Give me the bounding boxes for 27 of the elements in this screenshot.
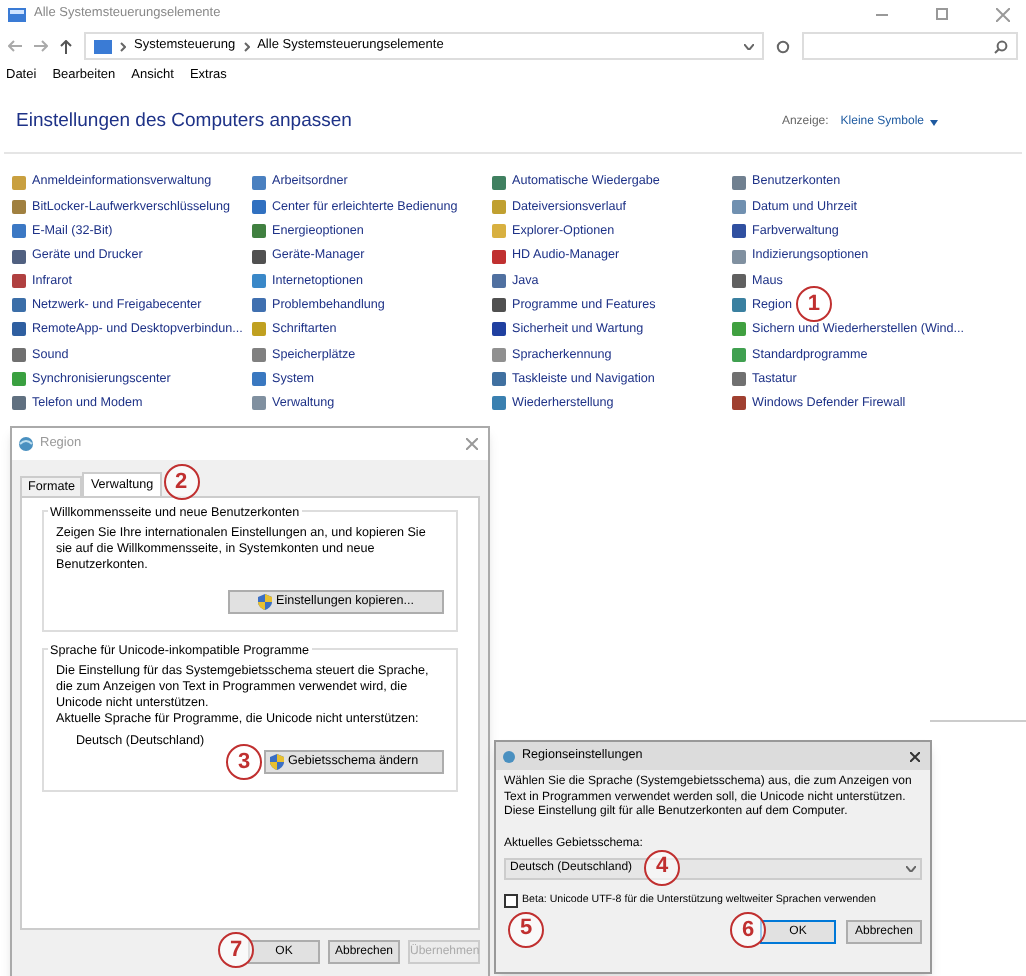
search-field[interactable]	[802, 32, 1018, 60]
control-panel-icon	[8, 7, 26, 21]
callout-number: 6	[730, 912, 766, 949]
callout-number: 4	[644, 849, 680, 885]
forward-icon[interactable]	[34, 40, 48, 52]
control-panel-icon	[94, 39, 112, 53]
callout-number: 1	[795, 286, 832, 323]
dropdown-icon[interactable]	[744, 43, 754, 49]
globe-icon	[502, 749, 516, 763]
callout-number: 3	[226, 744, 262, 780]
globe-icon	[18, 436, 34, 452]
dropdown-icon	[906, 865, 916, 871]
shield-icon	[258, 594, 273, 610]
beta-checkbox[interactable]	[504, 893, 518, 908]
caret-icon	[930, 120, 938, 126]
chevron-icon	[120, 41, 126, 51]
shield-icon	[270, 754, 284, 770]
back-icon[interactable]	[8, 40, 22, 52]
maximize-button[interactable]	[936, 8, 948, 20]
chevron-icon	[243, 41, 250, 51]
callout-number: 5	[508, 911, 544, 947]
up-icon[interactable]	[60, 39, 72, 53]
close-icon[interactable]	[910, 751, 920, 761]
minimize-button[interactable]	[876, 13, 888, 15]
callout-number: 7	[218, 932, 254, 968]
search-icon	[994, 39, 1008, 53]
page-heading: Einstellungen des Computers anpassen	[16, 108, 352, 137]
